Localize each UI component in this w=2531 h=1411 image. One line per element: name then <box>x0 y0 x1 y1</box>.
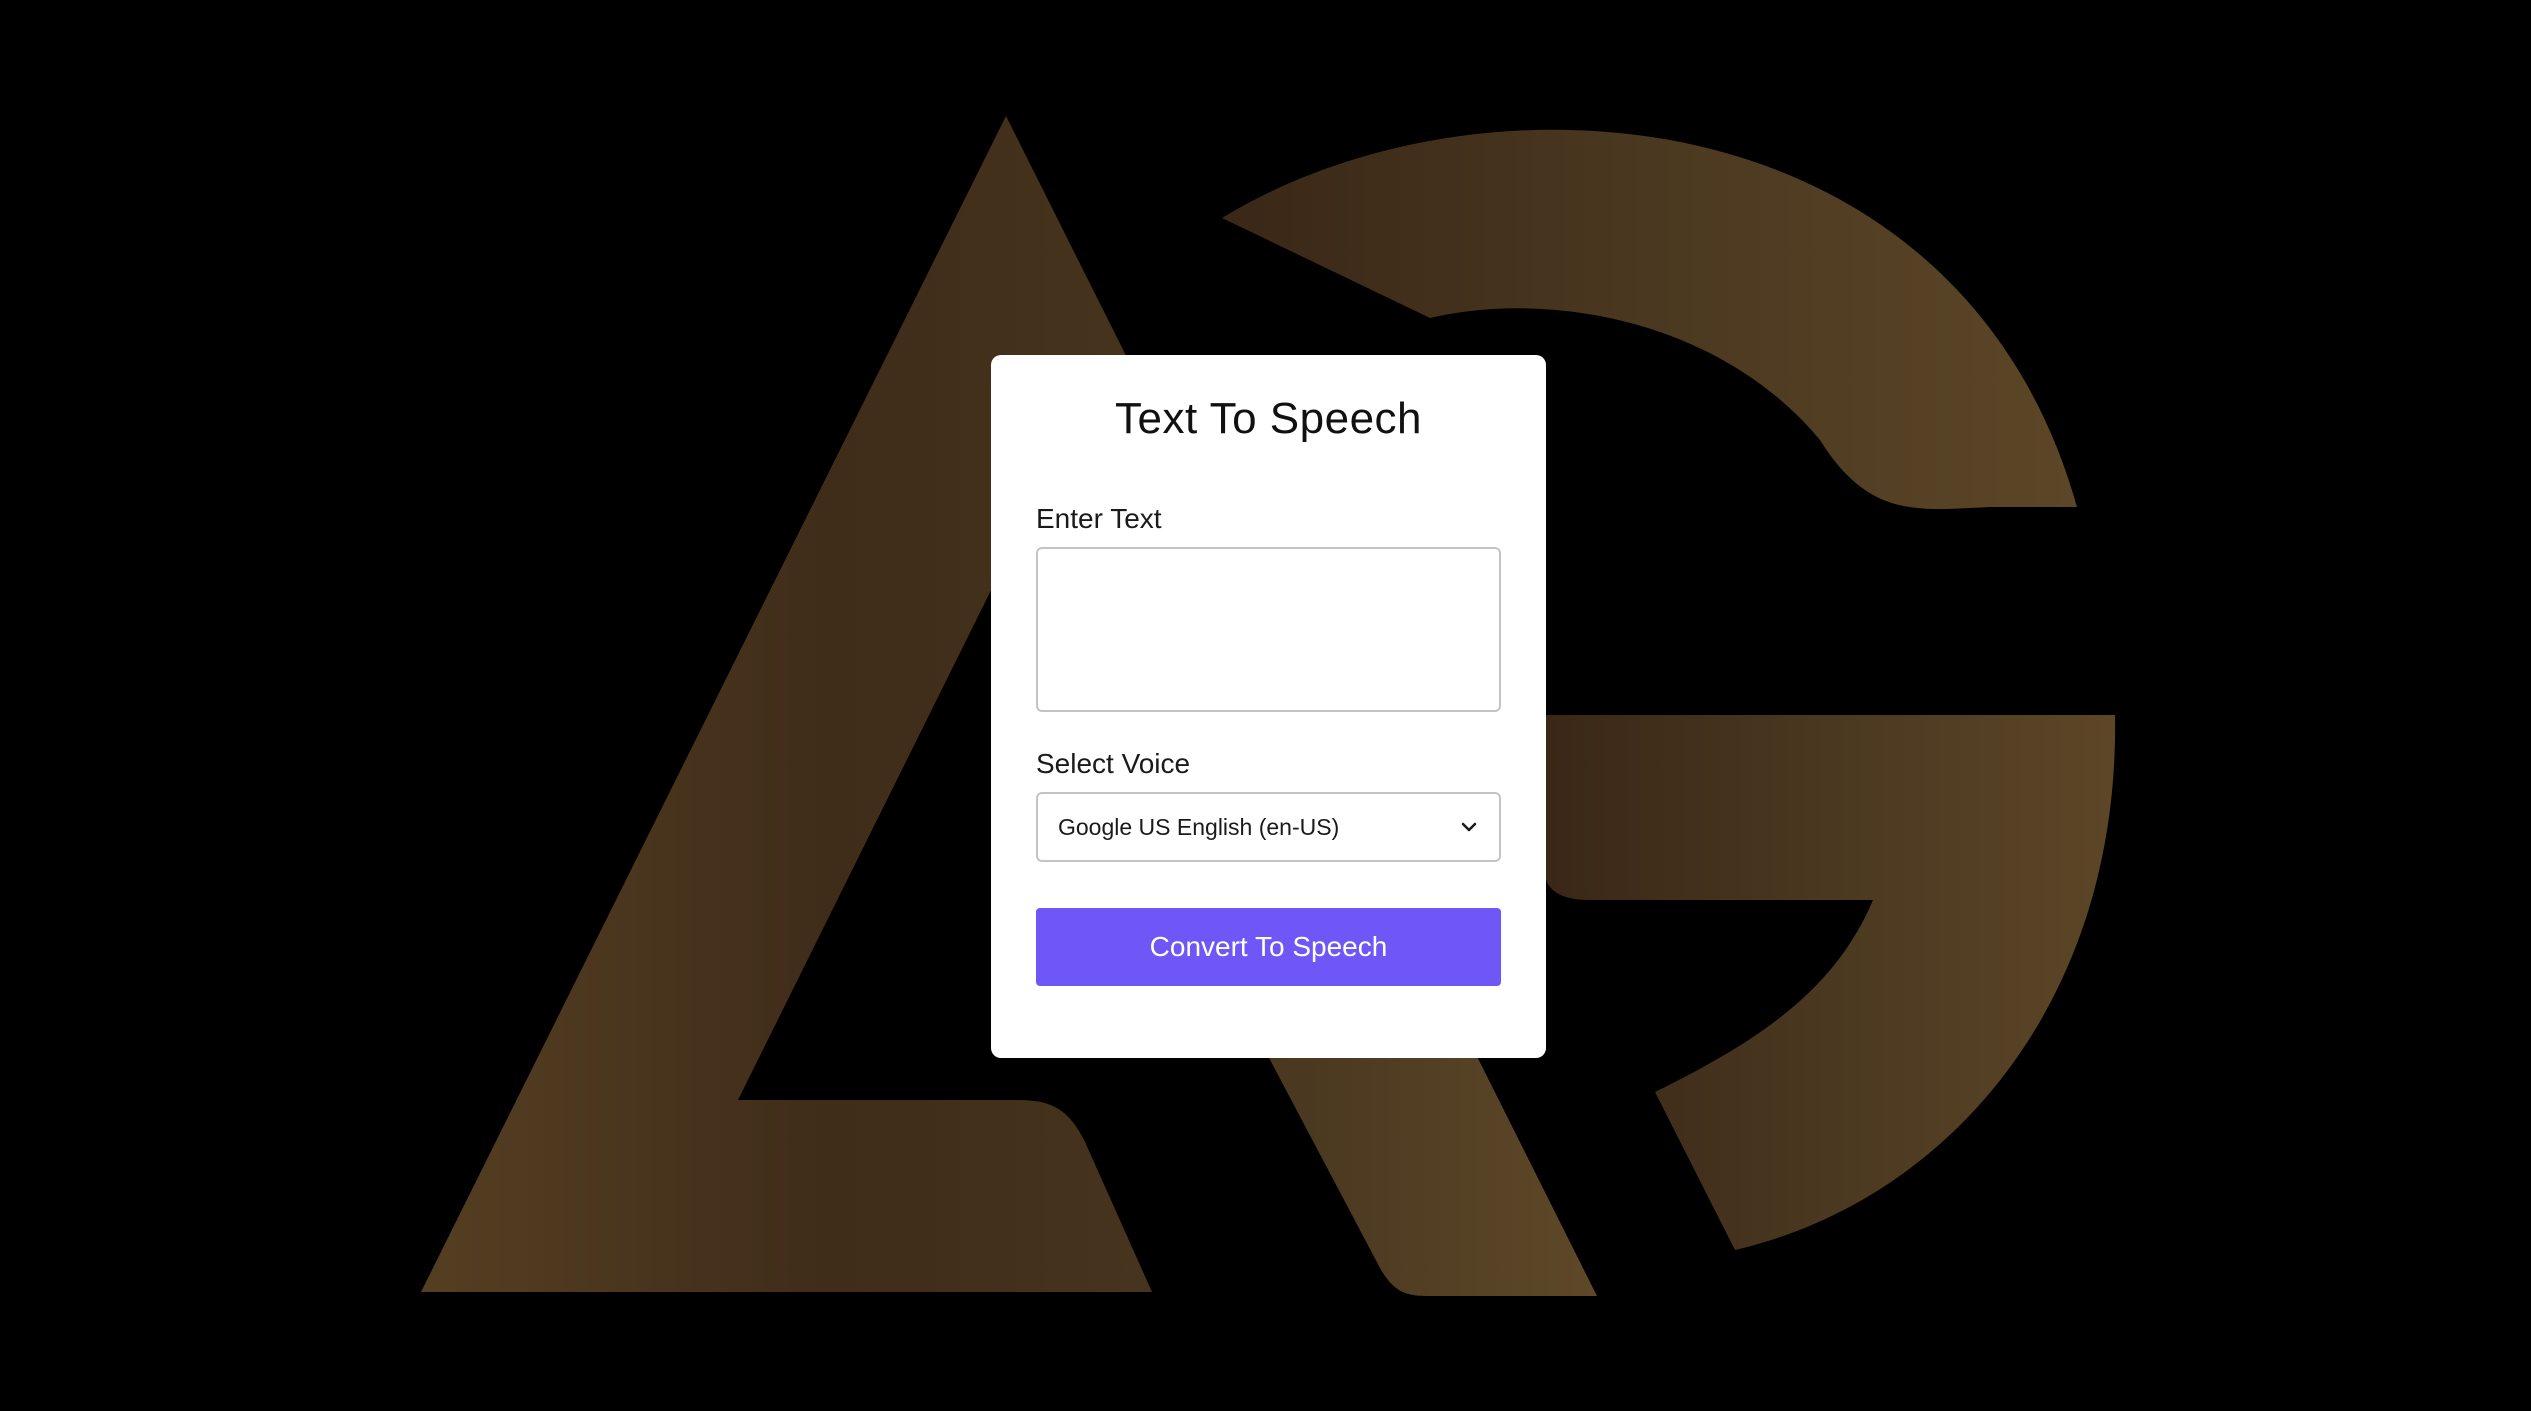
page-title: Text To Speech <box>1114 394 1423 443</box>
chevron-down-icon <box>1459 817 1479 837</box>
enter-text-label: Enter Text <box>1036 503 1162 535</box>
convert-to-speech-button[interactable]: Convert To Speech <box>1036 908 1501 987</box>
page-background: Text To Speech Enter Text Select Voice G… <box>0 0 2531 1411</box>
tts-card: Text To Speech Enter Text Select Voice G… <box>991 355 1546 1058</box>
voice-select-value: Google US English (en-US) <box>1058 813 1340 840</box>
voice-select[interactable]: Google US English (en-US) <box>1036 792 1501 863</box>
select-voice-label: Select Voice <box>1036 748 1191 780</box>
logo-letter-g-lower <box>1544 715 2116 1250</box>
text-input[interactable] <box>1036 547 1501 713</box>
